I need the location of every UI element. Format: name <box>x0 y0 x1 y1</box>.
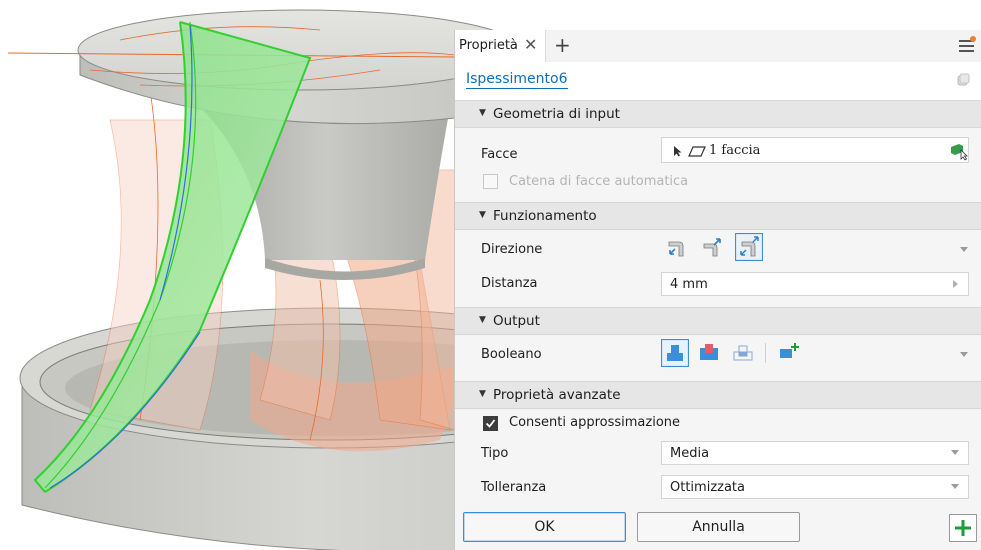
distance-label: Distanza <box>481 276 538 291</box>
feature-name-row: Ispessimento6 <box>455 62 981 101</box>
tab-properties[interactable]: Proprietà ✕ <box>455 30 546 62</box>
boolean-label: Booleano <box>481 347 542 362</box>
section-output[interactable]: ▼ Output <box>455 307 981 335</box>
distance-value: 4 mm <box>670 277 708 292</box>
intersect-icon[interactable] <box>731 341 755 365</box>
chevron-down-icon: ▼ <box>479 389 486 399</box>
chevron-down-icon <box>951 450 959 455</box>
chevron-down-icon: ▼ <box>479 315 486 325</box>
add-icon[interactable] <box>949 514 977 542</box>
distance-input[interactable]: 4 mm <box>661 272 969 296</box>
chevron-down-icon[interactable] <box>960 247 968 252</box>
chevron-down-icon <box>951 484 959 489</box>
plus-icon[interactable]: + <box>554 33 571 57</box>
auto-chain-checkbox[interactable] <box>483 174 498 189</box>
divider <box>765 343 766 363</box>
feature-name[interactable]: Ispessimento6 <box>466 71 568 89</box>
menu-icon[interactable] <box>958 36 976 54</box>
faces-selector[interactable]: 1 faccia <box>661 137 969 163</box>
auto-chain-label: Catena di facce automatica <box>509 174 689 189</box>
chevron-down-icon[interactable] <box>960 352 968 357</box>
section-advanced[interactable]: ▼ Proprietà avanzate <box>455 381 981 409</box>
section-title: Proprietà avanzate <box>493 387 621 403</box>
tolerance-label: Tolleranza <box>481 480 547 495</box>
cut-icon[interactable] <box>697 341 721 365</box>
tab-properties-label: Proprietà <box>459 38 518 53</box>
direction-symmetric-icon[interactable] <box>735 233 763 261</box>
cursor-arrow-icon <box>674 146 682 157</box>
face-icon <box>688 146 706 157</box>
checkmark-icon <box>485 419 496 428</box>
join-icon[interactable] <box>661 339 689 367</box>
cancel-button[interactable]: Annulla <box>637 512 800 542</box>
tolerance-value: Ottimizzata <box>670 480 745 495</box>
type-value: Media <box>670 446 710 461</box>
chevron-down-icon: ▼ <box>479 108 486 118</box>
panel-tab-bar: Proprietà ✕ + <box>455 30 981 63</box>
chevron-down-icon: ▼ <box>479 210 486 220</box>
type-select[interactable]: Media <box>661 441 969 465</box>
tolerance-select[interactable]: Ottimizzata <box>661 475 969 499</box>
direction-label: Direzione <box>481 242 543 257</box>
section-behavior[interactable]: ▼ Funzionamento <box>455 202 981 230</box>
properties-panel: Proprietà ✕ + Ispessimento6 ▼ Geometria … <box>454 30 981 550</box>
direction-side2-icon[interactable] <box>701 236 723 258</box>
direction-side1-icon[interactable] <box>665 236 687 258</box>
close-icon[interactable]: ✕ <box>524 35 537 54</box>
pin-icon[interactable] <box>956 73 970 87</box>
section-title: Funzionamento <box>493 208 597 224</box>
ok-button[interactable]: OK <box>463 512 626 542</box>
faces-label: Facce <box>481 147 518 162</box>
section-title: Output <box>493 313 540 329</box>
faces-value: 1 faccia <box>709 143 761 158</box>
allow-approx-label: Consenti approssimazione <box>509 415 681 430</box>
section-title: Geometria di input <box>493 106 620 122</box>
select-faces-icon[interactable] <box>949 141 971 161</box>
allow-approx-checkbox[interactable] <box>483 416 498 431</box>
chevron-right-icon[interactable] <box>953 280 958 288</box>
section-input-geometry[interactable]: ▼ Geometria di input <box>455 100 981 128</box>
type-label: Tipo <box>481 446 509 461</box>
new-body-icon[interactable] <box>777 341 801 365</box>
